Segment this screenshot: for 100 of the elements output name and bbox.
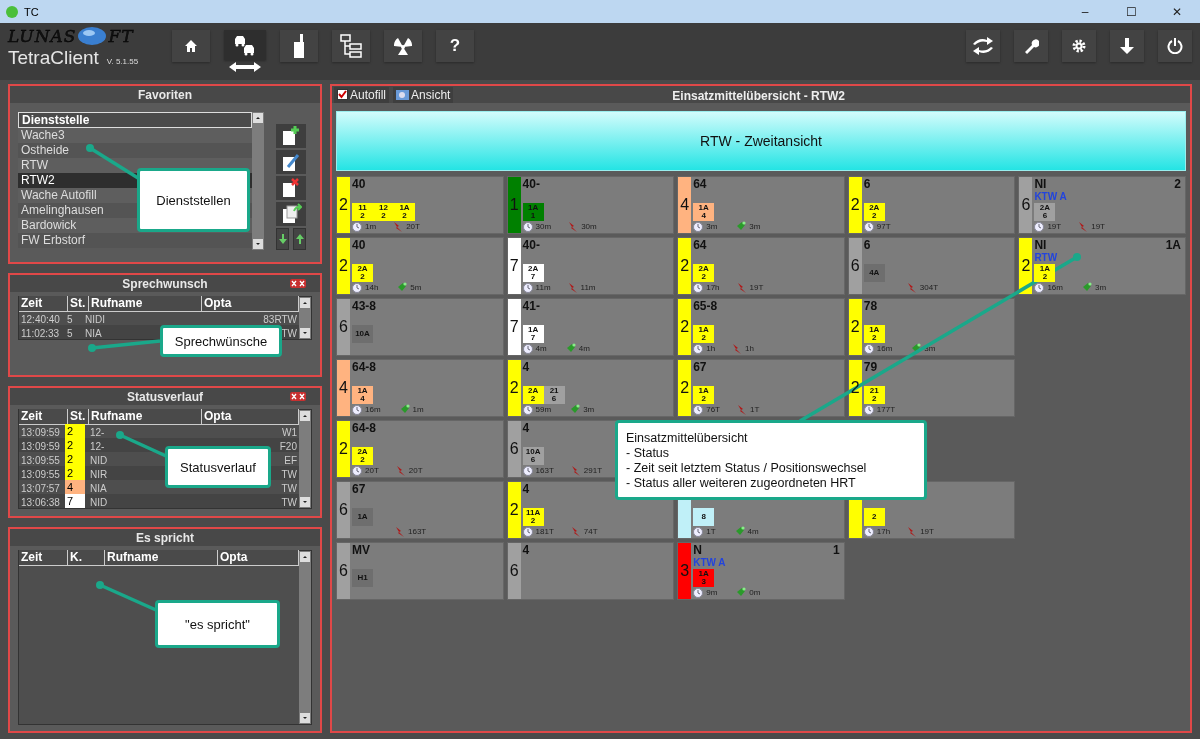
status-cell: 2 bbox=[65, 438, 85, 452]
unit-status: 21 6 bbox=[543, 386, 565, 404]
column-header: Dienststelle bbox=[18, 112, 252, 128]
unit-status: 21 2 bbox=[863, 386, 885, 404]
corner-label: 1 bbox=[833, 543, 840, 557]
elapsed-time: 16m bbox=[1047, 283, 1063, 292]
table-cell-text: TW bbox=[280, 469, 297, 480]
table-cell-text: TW bbox=[280, 328, 297, 339]
status-strip: 2 bbox=[848, 360, 862, 416]
vehicle-name: N bbox=[693, 543, 702, 557]
table-cell-text: NIDI bbox=[84, 314, 105, 325]
status-strip: 2 bbox=[337, 238, 350, 294]
position-time: 5m bbox=[410, 283, 422, 292]
unit-status: 2 bbox=[863, 508, 885, 526]
unit-status: 10A bbox=[352, 325, 373, 343]
unit-status: 2A 2 bbox=[352, 264, 373, 282]
vehicle-name: MV bbox=[352, 543, 370, 557]
unit-status: 2A 2 bbox=[863, 203, 885, 221]
table-cell-text: 11:02:33 bbox=[20, 328, 60, 339]
status-strip: 6 bbox=[337, 482, 350, 538]
elapsed-time: 16m bbox=[365, 405, 381, 414]
panel-title: Favoriten bbox=[10, 86, 320, 103]
unit-status: 1A 7 bbox=[522, 325, 544, 343]
elapsed-time: 3m bbox=[706, 222, 718, 231]
status-strip: 6 bbox=[507, 421, 521, 477]
position-time: 11m bbox=[580, 283, 596, 292]
unit-status: 2A 7 bbox=[522, 264, 544, 282]
unit-status: 1A 2 bbox=[1034, 264, 1056, 282]
position-time: 20T bbox=[406, 222, 420, 231]
panel-title: Statusverlauf bbox=[127, 389, 203, 404]
elapsed-time: 4m bbox=[535, 344, 547, 353]
position-time: 74T bbox=[583, 527, 598, 536]
table-cell-text: W1 bbox=[281, 427, 297, 438]
unit-status: 11A 2 bbox=[522, 508, 544, 526]
status-cell: 2 bbox=[65, 452, 85, 466]
elapsed-time: 59m bbox=[535, 405, 552, 414]
status-strip: 7 bbox=[507, 238, 521, 294]
table-cell-text: F20 bbox=[278, 441, 297, 452]
status-strip: 2 bbox=[678, 238, 692, 294]
table-cell-text: 13:09:59 bbox=[20, 427, 60, 438]
vehicle-name: NI bbox=[1034, 238, 1047, 252]
elapsed-time: 17h bbox=[876, 527, 891, 536]
status-strip: 2 bbox=[337, 177, 350, 233]
vehicle-name: 64-8 bbox=[352, 360, 377, 374]
status-strip: 6 bbox=[337, 299, 350, 355]
status-strip: 6 bbox=[1019, 177, 1033, 233]
position-time: 19T bbox=[920, 527, 934, 536]
elapsed-time: 9m bbox=[706, 588, 718, 597]
vehicle-type: RTW bbox=[1034, 252, 1059, 263]
unit-status: 1A bbox=[352, 508, 373, 526]
table-cell-text: TW bbox=[280, 483, 297, 494]
status-cell: 4 bbox=[65, 480, 85, 494]
unit-status: 8 bbox=[693, 508, 715, 526]
version-label: V. 5.1.55 bbox=[106, 57, 139, 66]
status-strip: 4 bbox=[678, 177, 692, 233]
position-time: 3m bbox=[1094, 283, 1107, 292]
vehicle-type: KTW A bbox=[1034, 191, 1068, 202]
unit-status: 2A 2 bbox=[522, 386, 544, 404]
vehicle-name: 65-8 bbox=[693, 299, 718, 313]
panel-title: Sprechwunsch bbox=[122, 276, 208, 291]
position-time: 19T bbox=[749, 283, 764, 292]
unit-status: 1A 2 bbox=[693, 325, 715, 343]
elapsed-time: 181T bbox=[535, 527, 554, 536]
unit-status: 10A 6 bbox=[522, 447, 544, 465]
vehicle-name: 40- bbox=[522, 177, 540, 191]
table-cell-text: 12:40:40 bbox=[20, 314, 60, 325]
unit-status: 1A 2 bbox=[863, 325, 885, 343]
position-time: 1T bbox=[750, 405, 760, 414]
table-cell-text: 13:09:55 bbox=[20, 469, 60, 480]
unit-status: 2A 6 bbox=[1034, 203, 1056, 221]
elapsed-time: 20T bbox=[365, 466, 379, 475]
position-time: 291T bbox=[583, 466, 603, 475]
elapsed-time: 16m bbox=[876, 344, 893, 353]
callout-text: Statusverlauf bbox=[180, 459, 256, 475]
position-time: 1m bbox=[412, 405, 424, 414]
callout-text: Sprechwünsche bbox=[174, 333, 268, 349]
vehicle-name: 4 bbox=[522, 360, 530, 374]
unit-status: 1A 2 bbox=[394, 203, 415, 221]
vehicle-name: 6 bbox=[863, 177, 871, 191]
vehicle-name: 67 bbox=[352, 482, 366, 496]
status-strip: 6 bbox=[507, 543, 521, 599]
callout-text: "es spricht" bbox=[185, 616, 250, 632]
status-cell: 2 bbox=[65, 424, 85, 438]
panel-title: Einsatzmittelübersicht - RTW2 bbox=[672, 88, 846, 103]
table-cell-text: 12- bbox=[89, 427, 105, 438]
status-strip: 2 bbox=[848, 177, 862, 233]
elapsed-time: 97T bbox=[876, 222, 891, 231]
elapsed-time: 11m bbox=[535, 283, 551, 292]
corner-label: 2 bbox=[1174, 177, 1181, 191]
vehicle-type: KTW A bbox=[693, 557, 727, 568]
status-strip: 2 bbox=[1019, 238, 1033, 294]
vehicle-name: 4 bbox=[522, 421, 530, 435]
status-strip: 2 bbox=[678, 299, 692, 355]
vehicle-name: 78 bbox=[863, 299, 878, 313]
status-strip: 2 bbox=[507, 482, 521, 538]
position-time: 4m bbox=[578, 344, 590, 353]
unit-status: 1A 1 bbox=[522, 203, 544, 221]
unit-status: 2A 2 bbox=[352, 447, 373, 465]
elapsed-time: 1h bbox=[706, 344, 716, 353]
status-strip: 6 bbox=[848, 238, 862, 294]
